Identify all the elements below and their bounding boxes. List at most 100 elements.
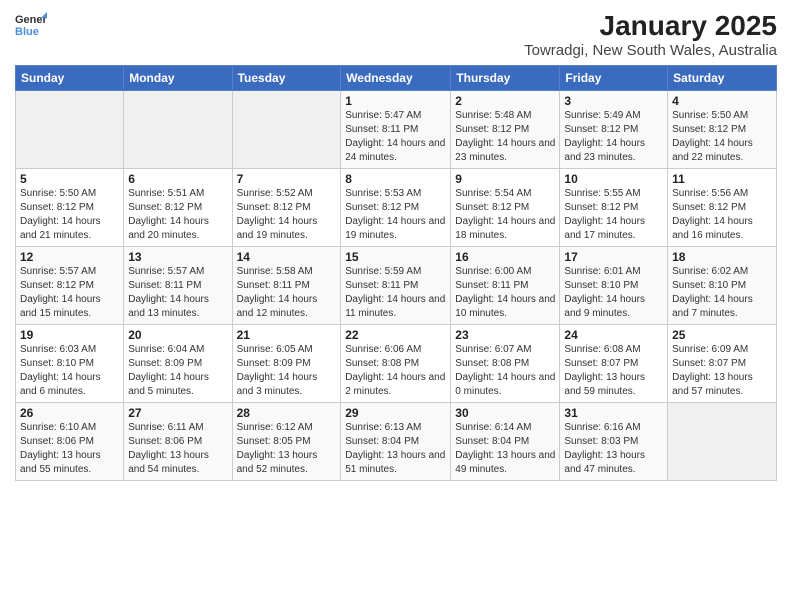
day-cell: 12Sunrise: 5:57 AMSunset: 8:12 PMDayligh… <box>16 247 124 325</box>
day-number: 7 <box>237 172 337 186</box>
calendar-table: SundayMondayTuesdayWednesdayThursdayFrid… <box>15 65 777 481</box>
day-number: 30 <box>455 406 555 420</box>
weekday-header-tuesday: Tuesday <box>232 66 341 91</box>
day-cell <box>232 91 341 169</box>
day-number: 27 <box>128 406 227 420</box>
day-number: 12 <box>20 250 119 264</box>
day-cell: 19Sunrise: 6:03 AMSunset: 8:10 PMDayligh… <box>16 325 124 403</box>
day-info: Sunrise: 6:02 AMSunset: 8:10 PMDaylight:… <box>672 266 753 319</box>
day-number: 20 <box>128 328 227 342</box>
day-info: Sunrise: 5:52 AMSunset: 8:12 PMDaylight:… <box>237 188 318 241</box>
day-cell: 7 Sunrise: 5:52 AMSunset: 8:12 PMDaylight… <box>232 169 341 247</box>
weekday-header-sunday: Sunday <box>16 66 124 91</box>
day-cell: 27 Sunrise: 6:11 AMSunset: 8:06 PMDayligh… <box>124 403 232 481</box>
week-row-5: 26 Sunrise: 6:10 AMSunset: 8:06 PMDayligh… <box>16 403 777 481</box>
day-info: Sunrise: 5:47 AMSunset: 8:11 PMDaylight:… <box>345 110 445 163</box>
day-cell: 15 Sunrise: 5:59 AMSunset: 8:11 PMDayligh… <box>341 247 451 325</box>
day-info: Sunrise: 6:11 AMSunset: 8:06 PMDaylight:… <box>128 422 209 475</box>
day-number: 11 <box>672 172 772 186</box>
day-number: 15 <box>345 250 446 264</box>
day-info: Sunrise: 5:53 AMSunset: 8:12 PMDaylight:… <box>345 188 445 241</box>
day-cell: 26 Sunrise: 6:10 AMSunset: 8:06 PMDayligh… <box>16 403 124 481</box>
svg-text:General: General <box>15 14 47 26</box>
day-cell: 5Sunrise: 5:50 AMSunset: 8:12 PMDaylight… <box>16 169 124 247</box>
calendar-title: January 2025 <box>524 10 777 42</box>
day-cell: 25Sunrise: 6:09 AMSunset: 8:07 PMDayligh… <box>668 325 777 403</box>
day-number: 4 <box>672 94 772 108</box>
day-number: 31 <box>564 406 663 420</box>
weekday-header-saturday: Saturday <box>668 66 777 91</box>
calendar-subtitle: Towradgi, New South Wales, Australia <box>524 42 777 59</box>
day-number: 1 <box>345 94 446 108</box>
day-number: 26 <box>20 406 119 420</box>
day-cell: 4Sunrise: 5:50 AMSunset: 8:12 PMDaylight… <box>668 91 777 169</box>
day-info: Sunrise: 5:49 AMSunset: 8:12 PMDaylight:… <box>564 110 645 163</box>
day-info: Sunrise: 6:00 AMSunset: 8:11 PMDaylight:… <box>455 266 555 319</box>
day-cell: 30Sunrise: 6:14 AMSunset: 8:04 PMDayligh… <box>451 403 560 481</box>
day-info: Sunrise: 5:55 AMSunset: 8:12 PMDaylight:… <box>564 188 645 241</box>
day-cell: 11 Sunrise: 5:56 AMSunset: 8:12 PMDayligh… <box>668 169 777 247</box>
day-info: Sunrise: 5:57 AMSunset: 8:11 PMDaylight:… <box>128 266 209 319</box>
day-cell <box>16 91 124 169</box>
day-number: 18 <box>672 250 772 264</box>
day-cell: 1 Sunrise: 5:47 AMSunset: 8:11 PMDaylight… <box>341 91 451 169</box>
day-cell: 18 Sunrise: 6:02 AMSunset: 8:10 PMDayligh… <box>668 247 777 325</box>
day-number: 29 <box>345 406 446 420</box>
week-row-4: 19Sunrise: 6:03 AMSunset: 8:10 PMDayligh… <box>16 325 777 403</box>
day-cell: 2 Sunrise: 5:48 AMSunset: 8:12 PMDaylight… <box>451 91 560 169</box>
weekday-header-monday: Monday <box>124 66 232 91</box>
day-info: Sunrise: 6:07 AMSunset: 8:08 PMDaylight:… <box>455 344 555 397</box>
day-cell: 28Sunrise: 6:12 AMSunset: 8:05 PMDayligh… <box>232 403 341 481</box>
day-number: 9 <box>455 172 555 186</box>
day-number: 23 <box>455 328 555 342</box>
day-info: Sunrise: 6:12 AMSunset: 8:05 PMDaylight:… <box>237 422 318 475</box>
day-number: 2 <box>455 94 555 108</box>
day-number: 17 <box>564 250 663 264</box>
logo: General Blue <box>15 10 47 38</box>
weekday-header-row: SundayMondayTuesdayWednesdayThursdayFrid… <box>16 66 777 91</box>
week-row-2: 5Sunrise: 5:50 AMSunset: 8:12 PMDaylight… <box>16 169 777 247</box>
day-info: Sunrise: 5:48 AMSunset: 8:12 PMDaylight:… <box>455 110 555 163</box>
day-number: 25 <box>672 328 772 342</box>
day-cell: 16 Sunrise: 6:00 AMSunset: 8:11 PMDayligh… <box>451 247 560 325</box>
day-info: Sunrise: 6:10 AMSunset: 8:06 PMDaylight:… <box>20 422 101 475</box>
day-number: 5 <box>20 172 119 186</box>
day-cell: 9 Sunrise: 5:54 AMSunset: 8:12 PMDaylight… <box>451 169 560 247</box>
day-info: Sunrise: 6:05 AMSunset: 8:09 PMDaylight:… <box>237 344 318 397</box>
week-row-1: 1 Sunrise: 5:47 AMSunset: 8:11 PMDaylight… <box>16 91 777 169</box>
day-cell: 6 Sunrise: 5:51 AMSunset: 8:12 PMDaylight… <box>124 169 232 247</box>
day-number: 3 <box>564 94 663 108</box>
day-cell: 24Sunrise: 6:08 AMSunset: 8:07 PMDayligh… <box>560 325 668 403</box>
week-row-3: 12Sunrise: 5:57 AMSunset: 8:12 PMDayligh… <box>16 247 777 325</box>
day-number: 19 <box>20 328 119 342</box>
day-info: Sunrise: 6:16 AMSunset: 8:03 PMDaylight:… <box>564 422 645 475</box>
day-info: Sunrise: 5:54 AMSunset: 8:12 PMDaylight:… <box>455 188 555 241</box>
day-info: Sunrise: 6:13 AMSunset: 8:04 PMDaylight:… <box>345 422 445 475</box>
day-number: 10 <box>564 172 663 186</box>
day-cell <box>668 403 777 481</box>
title-block: January 2025 Towradgi, New South Wales, … <box>524 10 777 59</box>
day-cell: 17 Sunrise: 6:01 AMSunset: 8:10 PMDayligh… <box>560 247 668 325</box>
day-cell: 31 Sunrise: 6:16 AMSunset: 8:03 PMDayligh… <box>560 403 668 481</box>
svg-text:Blue: Blue <box>15 26 39 38</box>
header: General Blue January 2025 Towradgi, New … <box>15 10 777 59</box>
page: General Blue January 2025 Towradgi, New … <box>0 0 792 612</box>
day-cell: 3 Sunrise: 5:49 AMSunset: 8:12 PMDaylight… <box>560 91 668 169</box>
day-cell: 29 Sunrise: 6:13 AMSunset: 8:04 PMDayligh… <box>341 403 451 481</box>
day-info: Sunrise: 6:08 AMSunset: 8:07 PMDaylight:… <box>564 344 645 397</box>
day-number: 6 <box>128 172 227 186</box>
weekday-header-friday: Friday <box>560 66 668 91</box>
day-info: Sunrise: 5:59 AMSunset: 8:11 PMDaylight:… <box>345 266 445 319</box>
logo-icon: General Blue <box>15 10 47 38</box>
day-cell: 8Sunrise: 5:53 AMSunset: 8:12 PMDaylight… <box>341 169 451 247</box>
day-number: 13 <box>128 250 227 264</box>
day-info: Sunrise: 5:56 AMSunset: 8:12 PMDaylight:… <box>672 188 753 241</box>
day-info: Sunrise: 6:06 AMSunset: 8:08 PMDaylight:… <box>345 344 445 397</box>
day-cell: 21Sunrise: 6:05 AMSunset: 8:09 PMDayligh… <box>232 325 341 403</box>
day-number: 16 <box>455 250 555 264</box>
day-number: 22 <box>345 328 446 342</box>
day-cell: 23 Sunrise: 6:07 AMSunset: 8:08 PMDayligh… <box>451 325 560 403</box>
day-cell: 13 Sunrise: 5:57 AMSunset: 8:11 PMDayligh… <box>124 247 232 325</box>
day-info: Sunrise: 5:51 AMSunset: 8:12 PMDaylight:… <box>128 188 209 241</box>
day-info: Sunrise: 6:01 AMSunset: 8:10 PMDaylight:… <box>564 266 645 319</box>
